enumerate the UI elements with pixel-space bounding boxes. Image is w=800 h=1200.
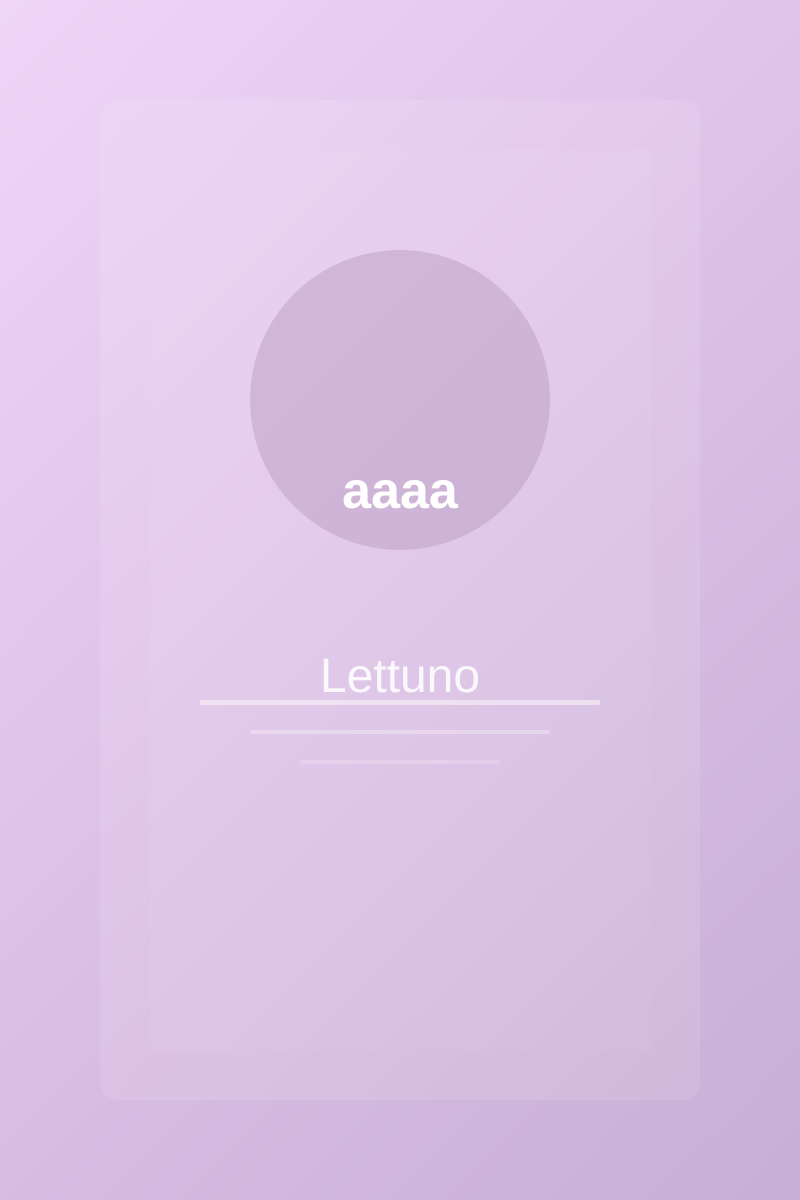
avatar: aaaa <box>250 250 550 550</box>
name-underline <box>200 700 600 705</box>
avatar-text: aaaa <box>342 462 458 520</box>
profile-card: aaaa Lettuno <box>100 100 700 1100</box>
placeholder-line-primary <box>250 730 550 734</box>
placeholder-line-secondary <box>300 760 500 764</box>
profile-name: Lettuno <box>319 650 481 703</box>
